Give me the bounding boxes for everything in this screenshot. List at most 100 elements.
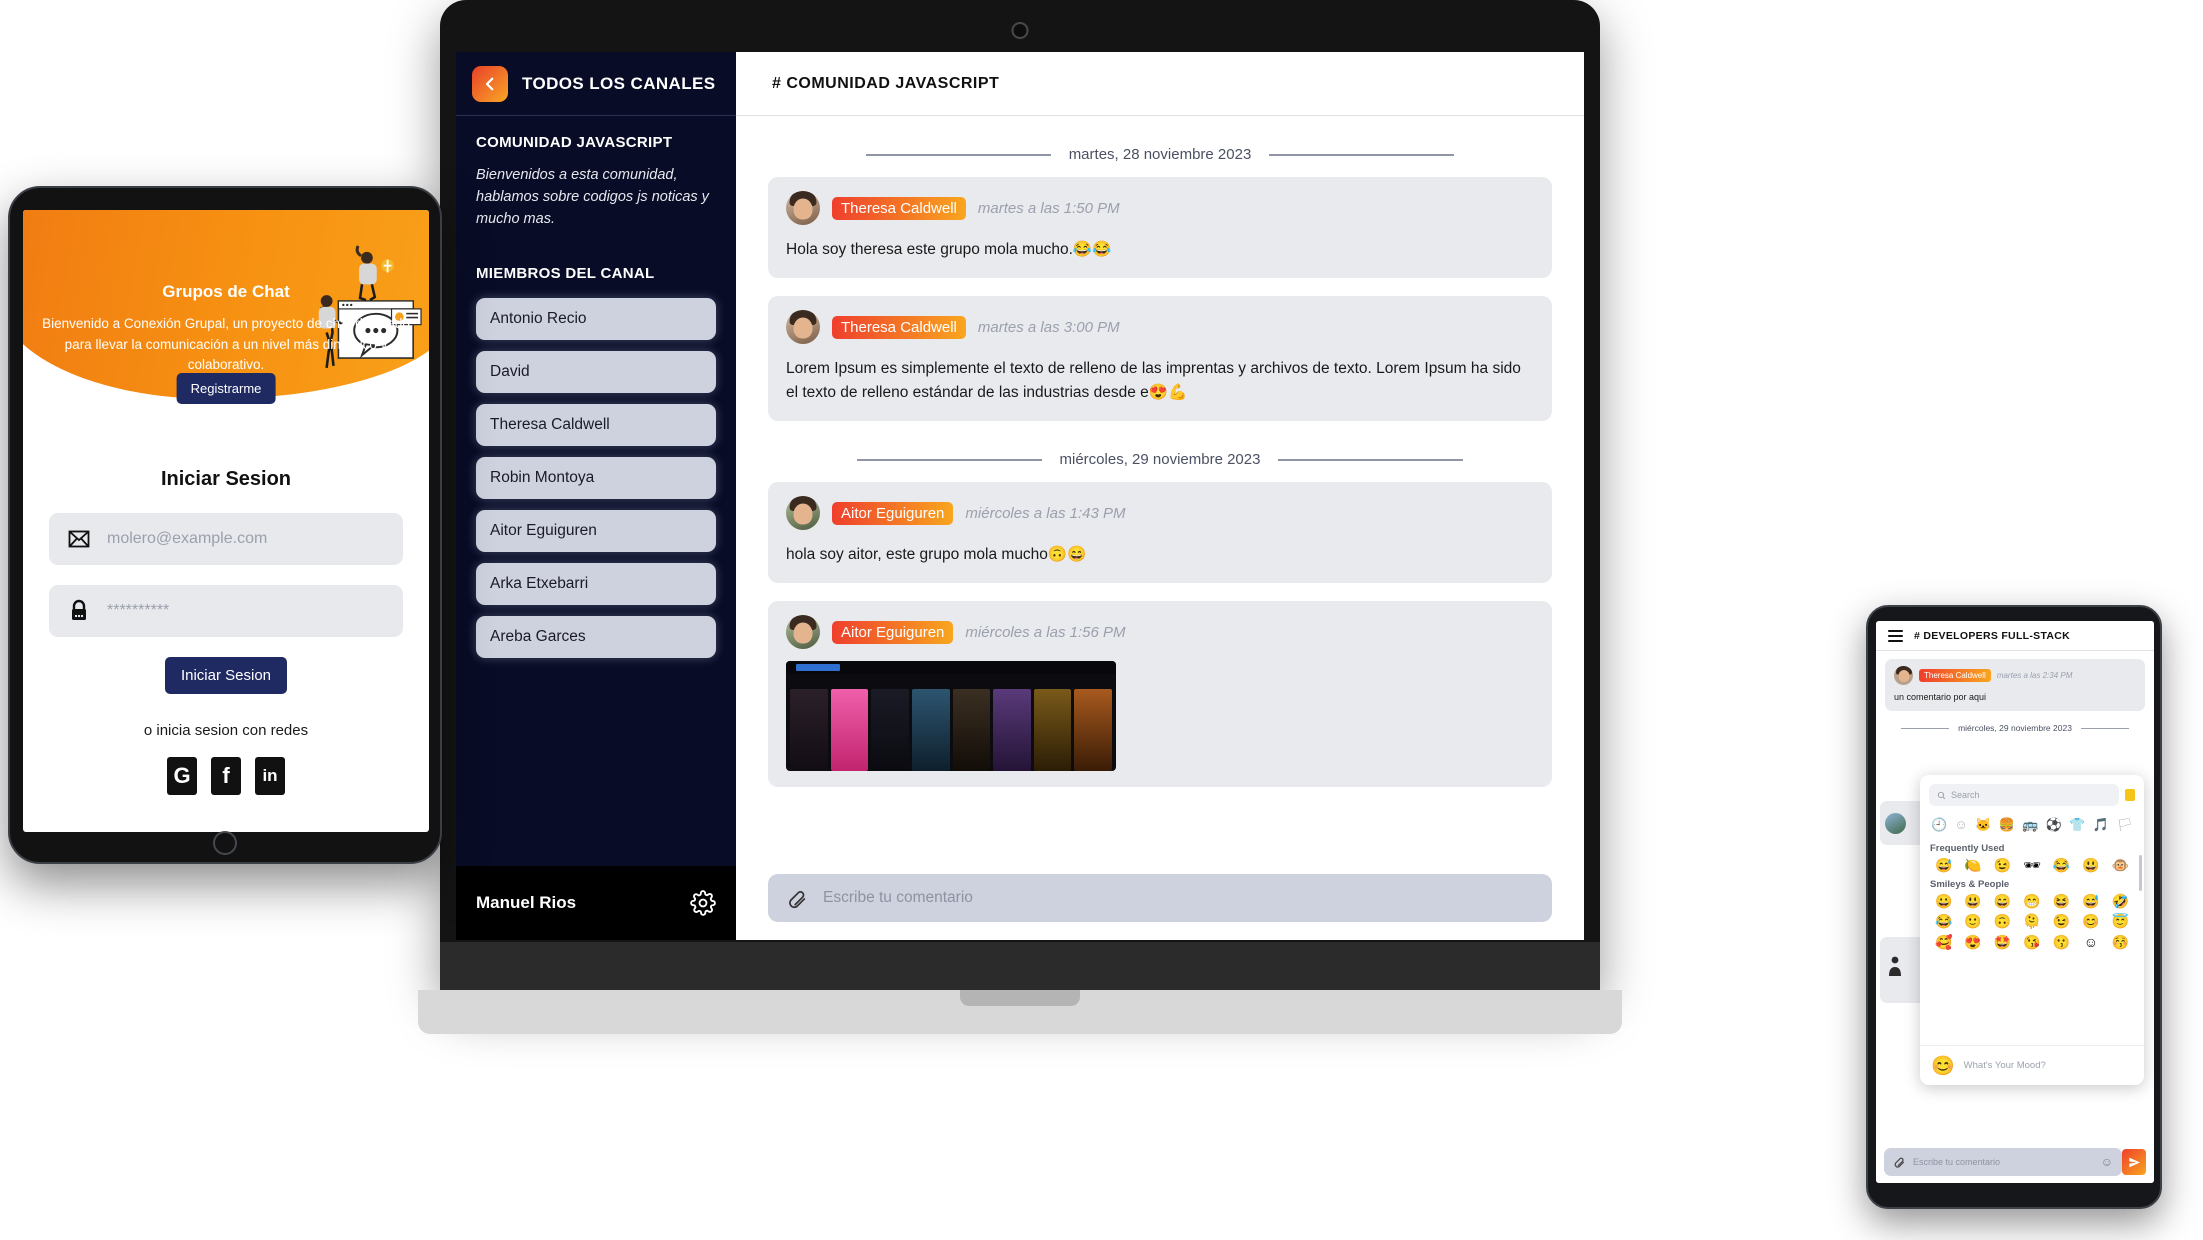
hero-banner: Grupos de Chat Bienvenido a Conexión Gru…: [23, 210, 429, 416]
message-bubble: Aitor Eguiguren miércoles a las 1:56 PM: [768, 601, 1552, 788]
envelope-icon: [67, 527, 91, 551]
sidebar-footer: Manuel Rios: [456, 866, 736, 940]
separator-line: [1269, 153, 1455, 156]
emoji-category-tabs[interactable]: 🕘 ☺ 🐱 🍔 🚌 ⚽ 👕 🎵 🏳: [1920, 810, 2144, 839]
emoji[interactable]: 😂: [1930, 913, 1957, 931]
scrollbar[interactable]: [2139, 855, 2142, 891]
register-button[interactable]: Registrarme: [176, 373, 276, 404]
hamburger-menu-icon[interactable]: [1888, 629, 1903, 642]
emoji[interactable]: 🐵: [2107, 857, 2134, 875]
emoji[interactable]: 🤣: [2107, 893, 2134, 911]
channel-name-heading: COMUNIDAD JAVASCRIPT: [476, 134, 673, 151]
list-item[interactable]: Antonio Recio: [476, 298, 716, 340]
emoji[interactable]: 🙂: [1959, 913, 1986, 931]
google-icon[interactable]: G: [167, 757, 197, 795]
emoji[interactable]: 😚: [2107, 934, 2134, 952]
emoji[interactable]: 😁: [2018, 893, 2045, 911]
list-item[interactable]: Areba Garces: [476, 616, 716, 658]
tab-travel[interactable]: 🚌: [2022, 817, 2038, 833]
emoji[interactable]: 😗: [2048, 934, 2075, 952]
email-field[interactable]: molero@example.com: [49, 513, 403, 565]
emoji-search-row: Search: [1920, 775, 2144, 810]
emoji[interactable]: 😘: [2018, 934, 2045, 952]
emoji[interactable]: 😅: [1930, 857, 1957, 875]
emoji[interactable]: 😍: [1959, 934, 1986, 952]
emoji[interactable]: 🫠: [2018, 913, 2045, 931]
tab-animals[interactable]: 🐱: [1975, 817, 1991, 833]
send-icon[interactable]: [2122, 1149, 2146, 1175]
color-swatch-icon[interactable]: [2125, 789, 2135, 801]
list-item[interactable]: Robin Montoya: [476, 457, 716, 499]
linkedin-icon[interactable]: in: [255, 757, 285, 795]
message-input[interactable]: Escribe tu comentario: [768, 874, 1552, 922]
message-header: Theresa Caldwell martes a las 1:50 PM: [786, 191, 1534, 225]
laptop-device: TODOS LOS CANALES COMUNIDAD JAVASCRIPT B…: [418, 0, 1622, 1034]
member-name: David: [490, 363, 530, 380]
emoji-picker[interactable]: Search 🕘 ☺ 🐱 🍔 🚌 ⚽ 👕 🎵 🏳 Frequently Used…: [1920, 775, 2144, 1085]
tab-flags[interactable]: 🏳: [2116, 817, 2133, 833]
search-input[interactable]: Search: [1929, 784, 2119, 806]
list-item[interactable]: Arka Etxebarri: [476, 563, 716, 605]
message-timestamp: martes a las 1:50 PM: [977, 199, 1120, 217]
emoji[interactable]: 😄: [1989, 893, 2016, 911]
tab-recent[interactable]: 🕘: [1931, 817, 1947, 833]
emoji[interactable]: 🤩: [1989, 934, 2016, 952]
member-name: Arka Etxebarri: [490, 575, 589, 592]
emoji[interactable]: 😂: [2048, 857, 2075, 875]
tablet-home-button[interactable]: [213, 831, 237, 855]
message-input[interactable]: Escribe tu comentario ☺: [1884, 1148, 2122, 1176]
emoji[interactable]: ☺: [2077, 934, 2104, 952]
message-author: Theresa Caldwell: [832, 315, 966, 339]
date-label: miércoles, 29 noviembre 2023: [1059, 451, 1261, 469]
password-field[interactable]: **********: [49, 585, 403, 637]
emoji[interactable]: 😀: [1930, 893, 1957, 911]
smileys-label: Smileys & People: [1930, 878, 2010, 890]
chevron-left-icon[interactable]: [472, 65, 508, 102]
emoji[interactable]: 😊: [2077, 913, 2104, 931]
list-item[interactable]: Theresa Caldwell: [476, 404, 716, 446]
email-placeholder: molero@example.com: [107, 530, 268, 547]
paperclip-icon[interactable]: [786, 888, 807, 909]
list-item[interactable]: Aitor Eguiguren: [476, 510, 716, 552]
tab-food[interactable]: 🍔: [1999, 817, 2015, 833]
message-input-placeholder: Escribe tu comentario: [823, 889, 973, 906]
emoji[interactable]: 😇: [2107, 913, 2134, 931]
emoji[interactable]: 😃: [1959, 893, 1986, 911]
message-header: Aitor Eguiguren miércoles a las 1:43 PM: [786, 496, 1534, 531]
tab-smileys[interactable]: ☺: [1955, 817, 1968, 833]
mood-row[interactable]: 😊 What's Your Mood?: [1920, 1045, 2144, 1085]
avatar: [1885, 813, 1906, 834]
facebook-glyph: f: [222, 763, 230, 788]
emoji[interactable]: 😉: [1989, 857, 2016, 875]
emoji[interactable]: 🕶: [2018, 857, 2045, 875]
smileys-grid[interactable]: 😀 😃 😄 😁 😆 😅 🤣 😂 🙂 🙃 🫠 😉 😊 😇 🥰 😍 🤩 😘 😗 ☺ …: [1930, 893, 2134, 952]
message-text: Hola soy theresa este grupo mola mucho.😂…: [786, 241, 1112, 258]
emoji[interactable]: 😃: [2077, 857, 2104, 875]
emoji[interactable]: 😆: [2048, 893, 2075, 911]
laptop-camera-icon: [1011, 22, 1029, 39]
emoji[interactable]: 🍋: [1959, 857, 1986, 875]
login-button[interactable]: Iniciar Sesion: [164, 657, 288, 694]
smiley-icon[interactable]: ☺: [2101, 1155, 2113, 1169]
tab-activities[interactable]: ⚽: [2046, 817, 2062, 833]
emoji[interactable]: 🙃: [1989, 913, 2016, 931]
search-placeholder: Search: [1951, 790, 1980, 800]
list-item[interactable]: David: [476, 351, 716, 393]
message-list[interactable]: martes, 28 noviembre 2023 Theresa Caldwe…: [736, 116, 1584, 856]
date-label: martes, 28 noviembre 2023: [1068, 146, 1252, 163]
paperclip-icon[interactable]: [1893, 1156, 1905, 1168]
emoji-scroll-area[interactable]: Frequently Used 😅 🍋 😉 🕶 😂 😃 🐵 Smileys & …: [1920, 839, 2144, 1045]
tab-symbols[interactable]: 🎵: [2093, 817, 2109, 833]
emoji[interactable]: 😅: [2077, 893, 2104, 911]
frequently-used-grid[interactable]: 😅 🍋 😉 🕶 😂 😃 🐵: [1930, 857, 2134, 875]
gear-icon[interactable]: [690, 890, 716, 916]
emoji[interactable]: 😉: [2048, 913, 2075, 931]
message-attachment-image[interactable]: [786, 661, 1116, 772]
message-author: Theresa Caldwell: [1919, 669, 1991, 682]
emoji[interactable]: 🥰: [1930, 934, 1957, 952]
facebook-icon[interactable]: f: [211, 757, 241, 795]
message-text: hola soy aitor, este grupo mola mucho🙃😄: [786, 546, 1087, 564]
separator-line: [1901, 727, 1950, 729]
tab-objects[interactable]: 👕: [2069, 817, 2085, 833]
mood-emoji: 😊: [1931, 1055, 1955, 1077]
